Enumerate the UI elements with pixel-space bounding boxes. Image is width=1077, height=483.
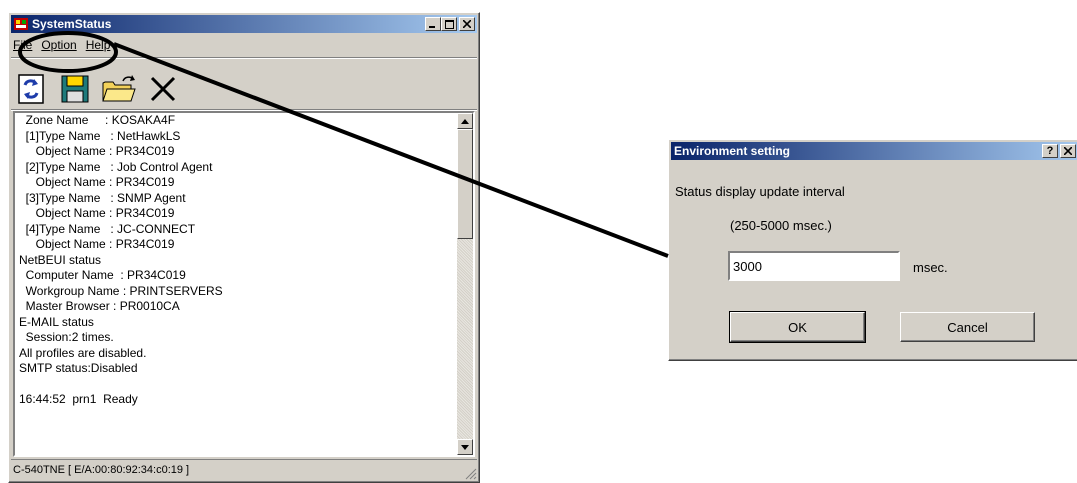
interval-range: (250-5000 msec.) xyxy=(730,218,832,233)
menu-file[interactable]: File xyxy=(13,38,32,52)
toolbar xyxy=(13,69,475,109)
open-button[interactable] xyxy=(101,71,137,107)
interval-label: Status display update interval xyxy=(675,184,845,199)
status-line xyxy=(19,377,223,393)
status-line: Object Name : PR34C019 xyxy=(19,175,175,189)
menu-option[interactable]: Option xyxy=(41,38,76,52)
menu-help-label: Help xyxy=(85,38,111,52)
save-icon xyxy=(61,75,89,103)
ok-button[interactable]: OK xyxy=(729,311,866,343)
open-folder-icon xyxy=(102,75,136,102)
minimize-icon xyxy=(429,26,435,28)
interval-input[interactable] xyxy=(728,251,900,281)
status-line: SMTP status:Disabled xyxy=(19,361,138,375)
arrow-up-icon xyxy=(461,118,469,124)
resize-grip-icon[interactable] xyxy=(465,468,477,480)
status-line: Session:2 times. xyxy=(19,330,114,344)
menu-bar: File Option Help xyxy=(13,35,475,55)
menu-file-label: File xyxy=(13,38,33,52)
close-button[interactable] xyxy=(459,17,475,31)
clear-button[interactable] xyxy=(145,71,181,107)
status-line: [1]Type Name : NetHawkLS xyxy=(19,128,181,143)
menu-help[interactable]: Help xyxy=(86,38,111,52)
title-bar[interactable]: SystemStatus xyxy=(11,15,477,33)
status-lines: Zone Name : KOSAKA4F [1]Type Name : NetH… xyxy=(19,113,223,408)
status-bar: C-540TNE [ E/A:00:80:92:34:c0:19 ] xyxy=(11,459,477,480)
systemstatus-window: SystemStatus File Option Help Zone Name … xyxy=(8,12,480,483)
status-line: [4]Type Name : JC-CONNECT xyxy=(19,221,196,236)
status-line: NetBEUI status xyxy=(19,252,102,267)
app-icon xyxy=(13,16,29,32)
arrow-down-icon xyxy=(461,444,469,450)
environment-setting-dialog: Environment setting ? Status display upd… xyxy=(668,139,1077,361)
maximize-button[interactable] xyxy=(441,17,457,31)
status-list[interactable]: Zone Name : KOSAKA4F [1]Type Name : NetH… xyxy=(13,111,475,457)
scroll-down-button[interactable] xyxy=(457,439,473,455)
status-line: Object Name : PR34C019 xyxy=(19,237,175,251)
clear-icon xyxy=(150,76,176,102)
minimize-button[interactable] xyxy=(425,17,441,31)
scroll-up-button[interactable] xyxy=(457,113,473,129)
close-icon xyxy=(463,20,471,28)
window-title: SystemStatus xyxy=(32,17,112,31)
status-line: Object Name : PR34C019 xyxy=(19,206,175,220)
cancel-button[interactable]: Cancel xyxy=(900,312,1035,342)
maximize-icon xyxy=(444,19,454,29)
status-bar-text: C-540TNE [ E/A:00:80:92:34:c0:19 ] xyxy=(13,464,190,476)
status-line: All profiles are disabled. xyxy=(19,345,147,360)
refresh-icon xyxy=(18,74,44,104)
menu-option-label: Option xyxy=(41,38,77,52)
status-line: Computer Name : PR34C019 xyxy=(19,268,186,282)
status-line: [3]Type Name : SNMP Agent xyxy=(19,190,186,205)
status-line: E-MAIL status xyxy=(19,314,94,329)
scroll-thumb[interactable] xyxy=(457,129,473,239)
status-line: [2]Type Name : Job Control Agent xyxy=(19,159,213,174)
status-line: Zone Name : KOSAKA4F xyxy=(19,113,176,127)
interval-unit: msec. xyxy=(913,260,948,275)
save-button[interactable] xyxy=(57,71,93,107)
status-line: Master Browser : PR0010CA xyxy=(19,299,180,313)
vertical-scrollbar[interactable] xyxy=(457,113,473,455)
status-line: Workgroup Name : PRINTSERVERS xyxy=(19,283,223,298)
refresh-button[interactable] xyxy=(13,71,49,107)
status-line: Object Name : PR34C019 xyxy=(19,144,175,158)
menu-separator xyxy=(11,57,477,59)
status-line: 16:44:52 prn1 Ready xyxy=(19,392,138,406)
